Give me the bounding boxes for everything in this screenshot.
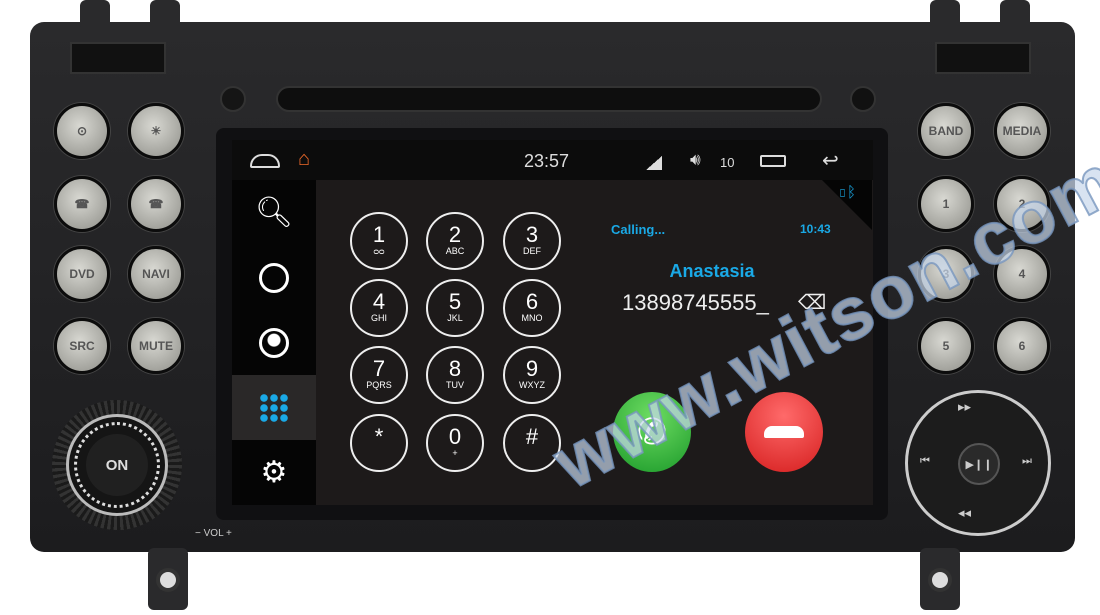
home-icon[interactable]: ⌂ [298, 148, 310, 171]
mount-bracket [930, 0, 960, 30]
dialpad-icon [259, 392, 289, 423]
key-digit: * [374, 424, 384, 449]
volume-icon[interactable]: 🔊︎ [690, 150, 701, 170]
key-letters: MNO [521, 313, 543, 323]
hw-button-answer[interactable]: ☎ [54, 176, 110, 232]
volume-level: 10 [720, 155, 735, 170]
key-letters: PQRS [366, 380, 392, 390]
key-2[interactable]: 2 ABC [426, 212, 484, 270]
back-icon[interactable]: ↩ [822, 148, 839, 173]
mount-bracket [1000, 0, 1030, 30]
hw-button-lock-rotate[interactable]: ⊙ [54, 103, 110, 159]
key-digit: 2 [448, 222, 462, 247]
recent-apps-icon[interactable] [760, 155, 786, 167]
key-letters: ABC [445, 246, 465, 256]
hang-up-icon [764, 426, 804, 438]
mount-bracket [150, 0, 180, 30]
play-pause-icon[interactable]: ▶❙❙ [958, 443, 1000, 485]
key-digit: 5 [448, 289, 462, 314]
power-label: ON [86, 434, 148, 496]
key-3[interactable]: 3 DEF [503, 212, 561, 270]
hw-button-hang-up[interactable]: ☎ [128, 176, 184, 232]
mount-bracket [80, 0, 110, 30]
hw-button-dvd[interactable]: DVD [54, 246, 110, 302]
media-control-dial[interactable]: ▸▸ ◂◂ ⏮ ⏭ ▶❙❙ [905, 390, 1051, 536]
call-status: Calling... [611, 222, 666, 237]
clock-icon [259, 262, 289, 293]
key-letters: GHI [370, 313, 387, 323]
call-duration: 10:43 [800, 222, 831, 236]
brightness-icon: ☀ [150, 124, 162, 138]
eject-button[interactable] [850, 86, 876, 112]
key-digit: 4 [372, 289, 386, 314]
hw-button-brightness[interactable]: ☀ [128, 103, 184, 159]
settings-icon: ⚙ [260, 456, 288, 489]
key-digit: 7 [372, 356, 386, 381]
hw-button-5[interactable]: 5 [918, 318, 974, 374]
mount-bracket [920, 548, 960, 610]
power-volume-knob[interactable]: ON [52, 400, 182, 530]
key-digit: 0 [448, 424, 462, 449]
clock-time: 23:57 [524, 151, 570, 171]
key-digit: 6 [525, 289, 539, 314]
lock-rotate-icon: ⊙ [76, 124, 88, 138]
volume-label: − VOL + [195, 528, 232, 539]
sidebar-item-recents[interactable] [232, 245, 316, 310]
hw-button-media[interactable]: MEDIA [994, 103, 1050, 159]
sidebar-item-settings[interactable]: ⚙ [232, 440, 316, 505]
key-star[interactable]: * [350, 414, 408, 472]
key-letters: DEF [523, 246, 541, 256]
key-1[interactable]: 1 ᴑᴑ [350, 212, 408, 270]
key-digit: 3 [525, 222, 539, 247]
bluetooth-phone-icon: ▯ᛒ [838, 184, 857, 201]
status-bar: ⌂ 23:57 🔊︎ 10 ↩ [232, 140, 873, 180]
hw-button-band[interactable]: BAND [918, 103, 974, 159]
key-0[interactable]: 0 + [426, 414, 484, 472]
previous-icon[interactable]: ⏮ [920, 455, 930, 468]
key-7[interactable]: 7 PQRS [350, 346, 408, 404]
key-digit: 1 [372, 222, 386, 247]
sidebar: 🔍︎ ⚙ [232, 180, 316, 505]
sidebar-item-contacts[interactable] [232, 310, 316, 375]
key-digit: 8 [448, 356, 462, 381]
hw-button-mute[interactable]: MUTE [128, 318, 184, 374]
key-letters: + [452, 448, 458, 458]
rewind-icon[interactable]: ◂◂ [958, 505, 971, 521]
key-letters: ᴑᴑ [373, 246, 385, 256]
hang-up-icon: ☎ [148, 197, 164, 211]
key-letters: WXYZ [519, 380, 545, 390]
mic-icon [220, 86, 246, 112]
key-4[interactable]: 4 GHI [350, 279, 408, 337]
contact-icon [259, 327, 289, 358]
sidebar-item-dialpad[interactable] [232, 375, 316, 440]
contact-name: Anastasia [669, 261, 755, 281]
sidebar-item-search[interactable]: 🔍︎ [232, 180, 316, 245]
signal-icon [646, 156, 662, 170]
dialed-number: 13898745555_ [622, 290, 769, 315]
fast-forward-icon[interactable]: ▸▸ [958, 399, 971, 415]
disc-slot[interactable] [276, 86, 822, 112]
next-icon[interactable]: ⏭ [1022, 455, 1032, 468]
trim-clip [935, 42, 1031, 74]
hw-button-navi[interactable]: NAVI [128, 246, 184, 302]
key-9[interactable]: 9 WXYZ [503, 346, 561, 404]
key-letters: JKL [447, 313, 463, 323]
key-5[interactable]: 5 JKL [426, 279, 484, 337]
key-6[interactable]: 6 MNO [503, 279, 561, 337]
mount-bracket [148, 548, 188, 610]
home-outline-icon[interactable] [250, 154, 280, 168]
key-letters: TUV [446, 380, 464, 390]
key-8[interactable]: 8 TUV [426, 346, 484, 404]
hw-button-6[interactable]: 6 [994, 318, 1050, 374]
search-icon: 🔍︎ [254, 196, 294, 229]
hw-button-src[interactable]: SRC [54, 318, 110, 374]
trim-clip [70, 42, 166, 74]
key-digit: 9 [525, 356, 539, 381]
answer-icon: ☎ [74, 197, 90, 211]
